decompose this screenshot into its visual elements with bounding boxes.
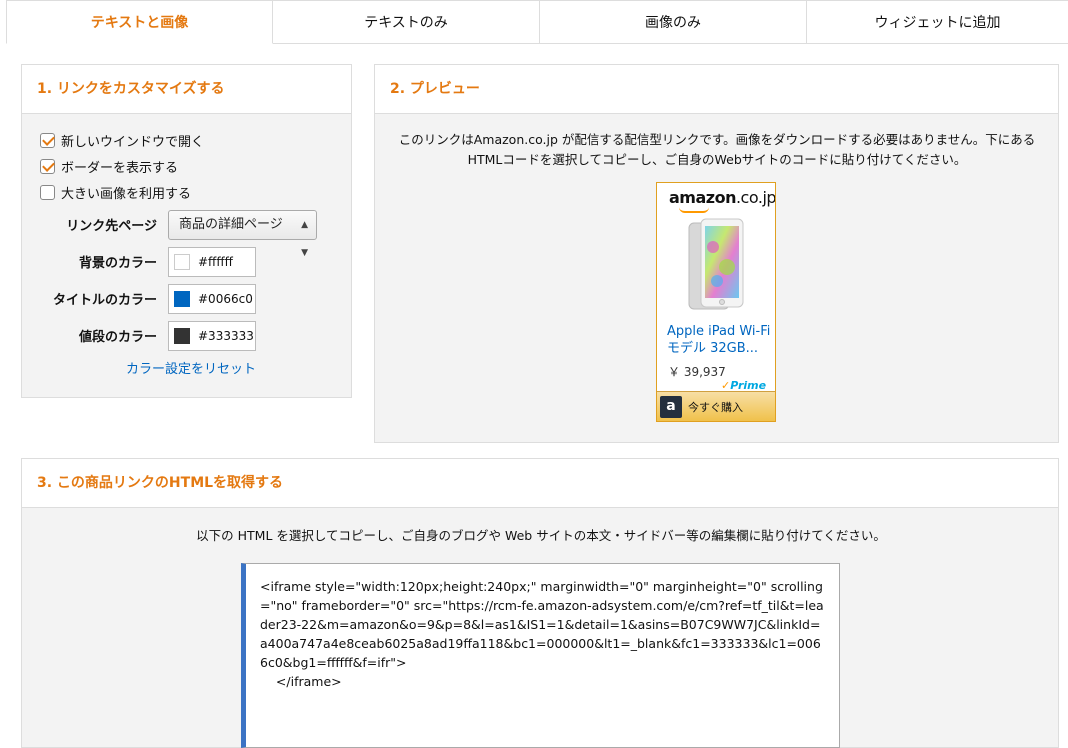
title-color-value: #0066c0	[198, 292, 253, 306]
checkbox-row-large-image[interactable]: 大きい画像を利用する	[40, 183, 192, 202]
ipad-product-image	[688, 218, 744, 310]
price-color-swatch	[174, 328, 190, 344]
border-label: ボーダーを表示する	[61, 160, 179, 176]
reset-colors-link[interactable]: カラー設定をリセット	[22, 358, 256, 377]
price-color-value: #333333	[198, 329, 254, 343]
ad-product-title[interactable]: Apple iPad Wi-Fiモデル 32GB...	[667, 323, 771, 357]
buy-now-label: 今すぐ購入	[688, 400, 743, 414]
ad-preview[interactable]: amazon.co.jp Apple iPad Wi-Fiモデル 32GB...…	[656, 182, 776, 422]
tab-add-widget[interactable]: ウィジェットに追加	[807, 0, 1068, 44]
amazon-logo: amazon.co.jp	[669, 188, 776, 207]
customize-panel: 1. リンクをカスタマイズする 新しいウインドウで開く ボーダーを表示する 大き…	[21, 64, 352, 398]
new-window-label: 新しいウインドウで開く	[61, 134, 205, 150]
link-target-label: リンク先ページ	[66, 219, 157, 234]
price-color-field[interactable]: #333333	[168, 321, 256, 351]
price-color-label: 値段のカラー	[78, 330, 157, 345]
amazon-a-icon: a	[660, 395, 682, 418]
large-image-label: 大きい画像を利用する	[61, 186, 192, 202]
large-image-checkbox[interactable]	[40, 184, 55, 200]
select-arrows-icon: ▲ ▼	[301, 220, 308, 258]
ad-price: ￥ 39,937	[668, 365, 726, 379]
border-checkbox[interactable]	[40, 158, 55, 174]
tab-bar: テキストと画像 テキストのみ 画像のみ ウィジェットに追加	[6, 0, 1068, 44]
customize-title: 1. リンクをカスタマイズする	[22, 65, 351, 114]
get-html-instruction: 以下の HTML を選択してコピーし、ご自身のブログや Web サイトの本文・サ…	[196, 528, 886, 543]
html-code-textarea[interactable]: <iframe style="width:120px;height:240px;…	[241, 563, 840, 748]
checkbox-row-border[interactable]: ボーダーを表示する	[40, 157, 179, 176]
title-color-field[interactable]: #0066c0	[168, 284, 256, 314]
title-color-swatch	[174, 291, 190, 307]
checkbox-row-new-window[interactable]: 新しいウインドウで開く	[40, 131, 205, 150]
link-target-select[interactable]: 商品の詳細ページ ▲ ▼	[168, 210, 317, 258]
buy-now-button[interactable]: a 今すぐ購入	[657, 391, 775, 421]
title-color-label: タイトルのカラー	[52, 293, 157, 308]
preview-panel: 2. プレビュー このリンクはAmazon.co.jp が配信する配信型リンクで…	[374, 64, 1059, 443]
bg-color-label: 背景のカラー	[78, 256, 157, 271]
tab-text-and-image[interactable]: テキストと画像	[6, 0, 273, 44]
bg-color-field[interactable]: #ffffff	[168, 247, 256, 277]
link-target-value: 商品の詳細ページ	[179, 217, 283, 232]
new-window-checkbox[interactable]	[40, 132, 55, 148]
bg-color-swatch	[174, 254, 190, 270]
preview-title: 2. プレビュー	[375, 65, 1058, 114]
tab-image-only[interactable]: 画像のみ	[540, 0, 807, 44]
preview-description: このリンクはAmazon.co.jp が配信する配信型リンクです。画像をダウンロ…	[398, 132, 1036, 167]
bg-color-value: #ffffff	[198, 255, 233, 269]
amazon-smile-icon	[679, 207, 709, 213]
tab-text-only[interactable]: テキストのみ	[273, 0, 540, 44]
get-html-title: 3. この商品リンクのHTMLを取得する	[22, 459, 1058, 508]
get-html-panel: 3. この商品リンクのHTMLを取得する 以下の HTML を選択してコピーし、…	[21, 458, 1059, 748]
